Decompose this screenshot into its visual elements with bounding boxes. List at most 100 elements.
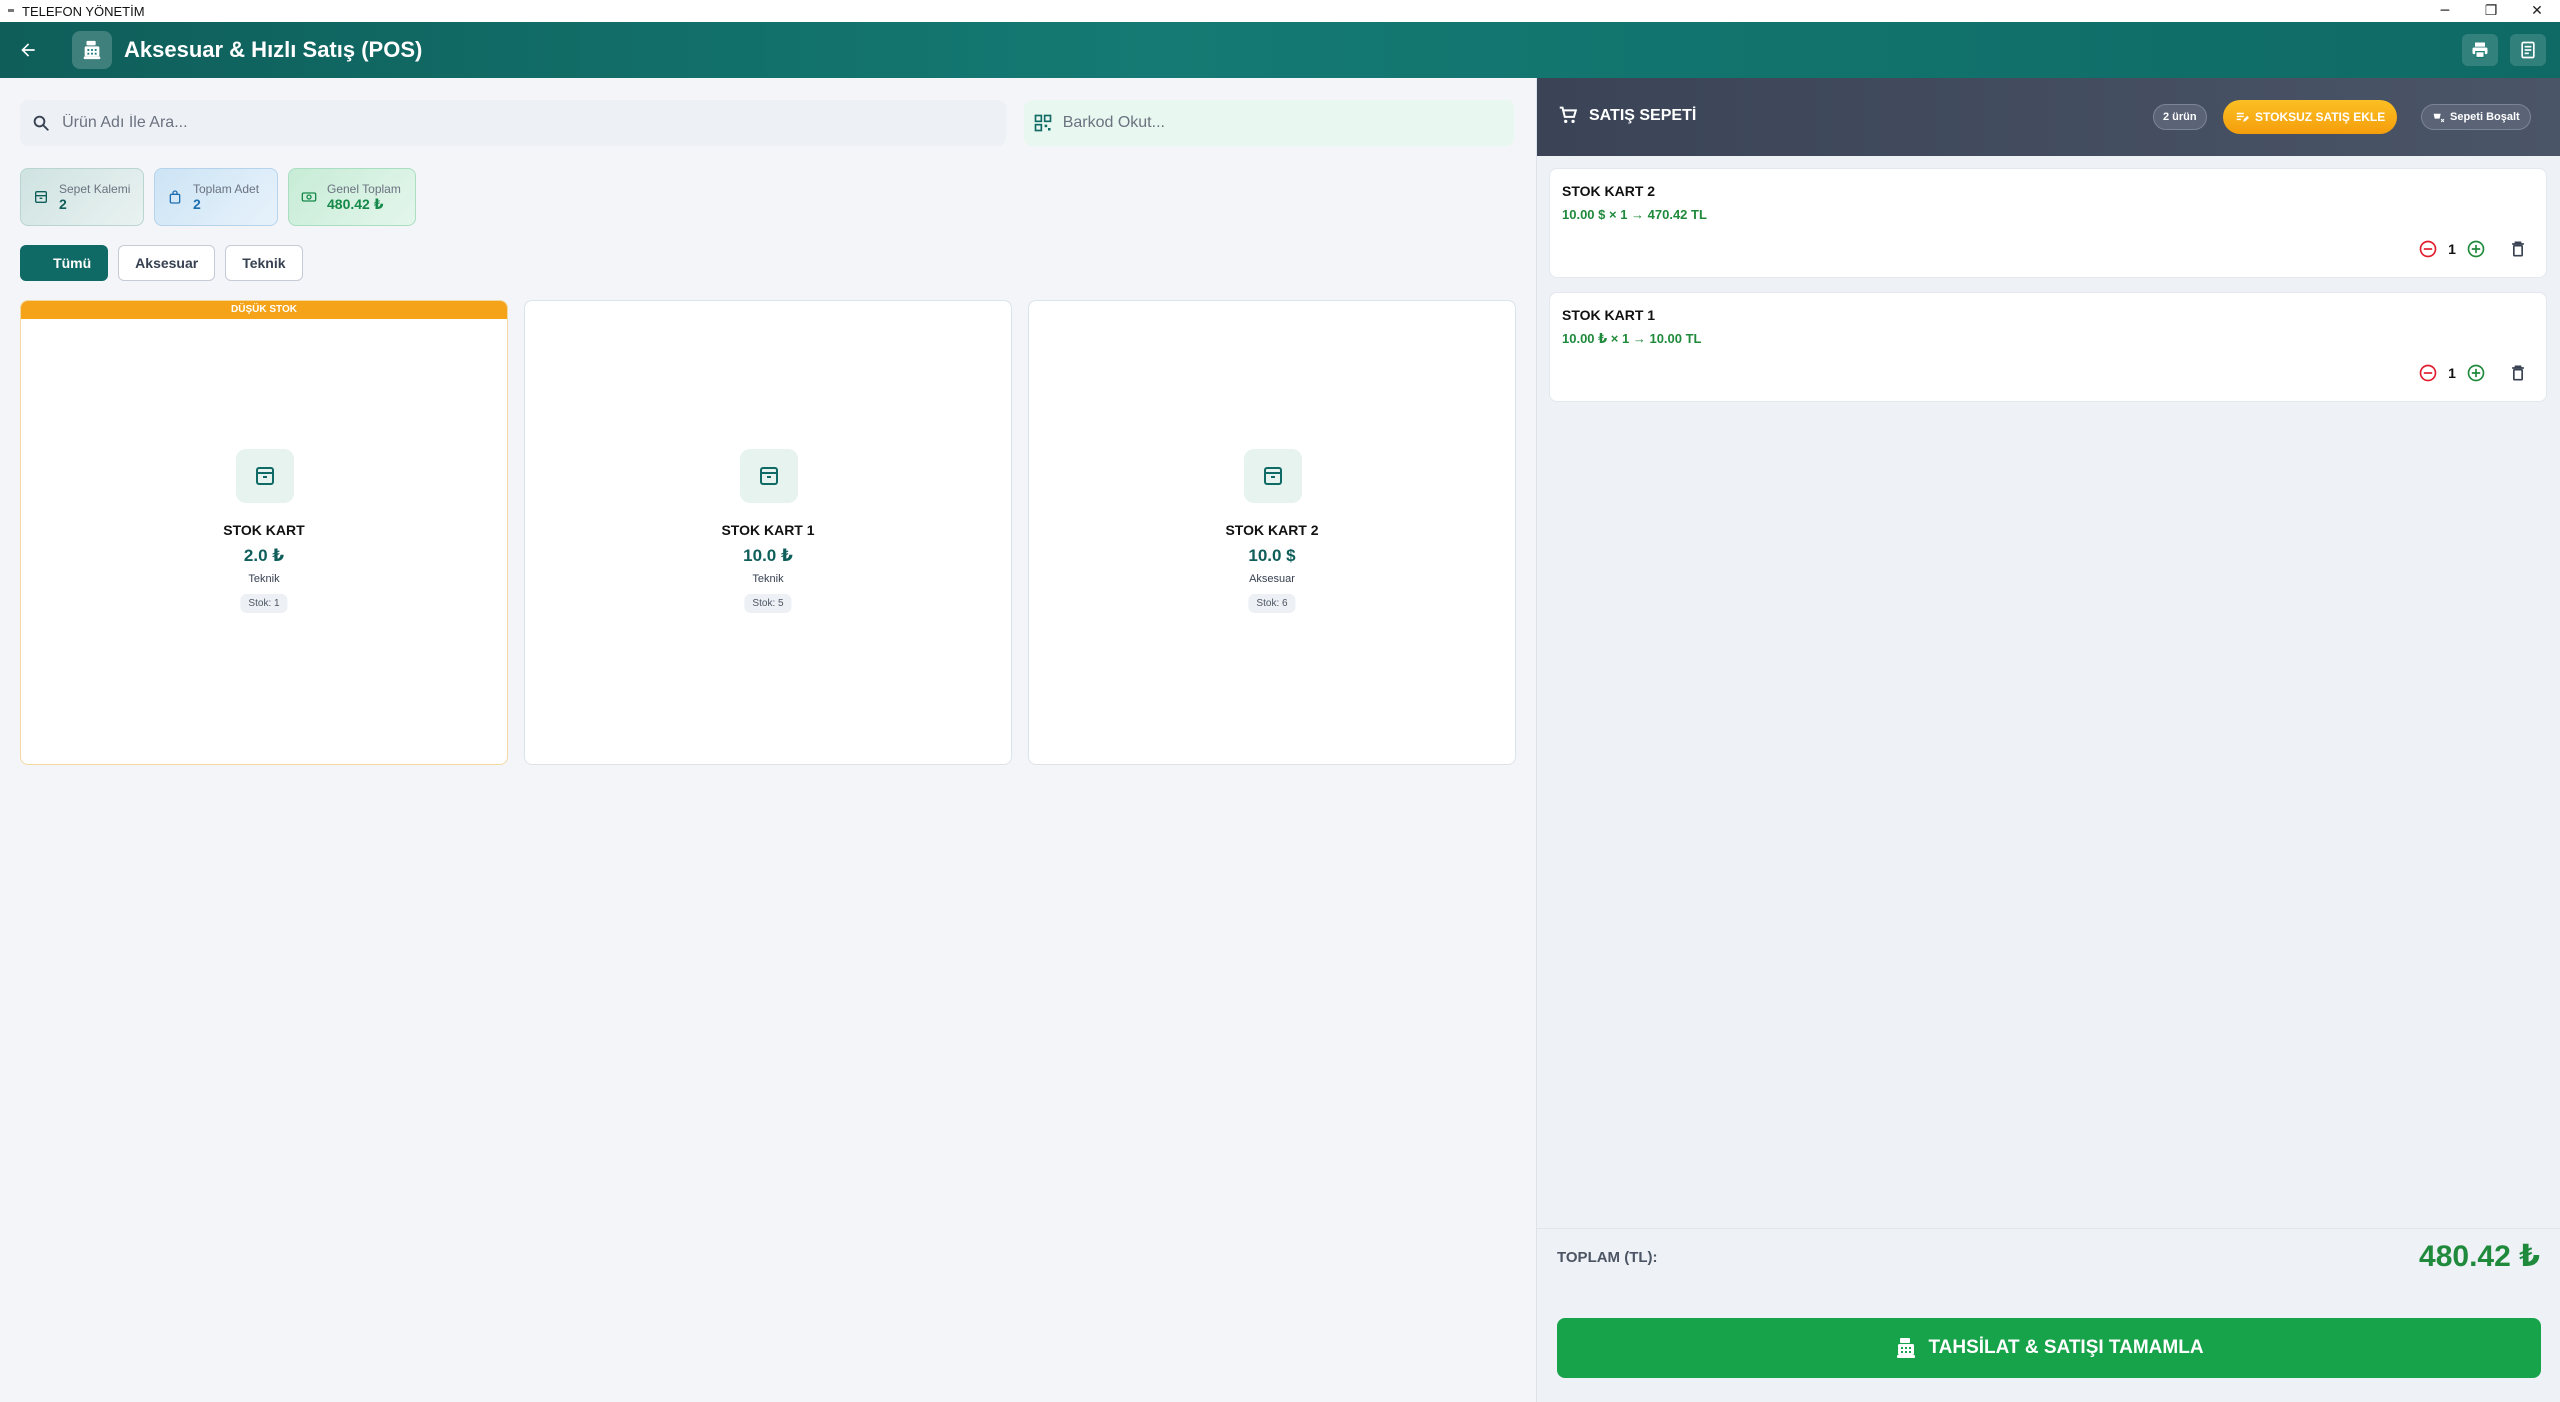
product-stock: Stok: 1 <box>240 594 288 613</box>
trash-icon[interactable] <box>2508 363 2528 383</box>
app-header: Aksesuar & Hızlı Satış (POS) <box>0 22 2560 78</box>
product-panel: Sepet Kalemi2 Toplam Adet2 Genel Toplam4… <box>0 78 1536 1402</box>
stat-cart-items: Sepet Kalemi 2 <box>20 168 144 226</box>
window-controls: ─ ❐ ✕ <box>2422 0 2560 22</box>
clear-cart-button[interactable]: Sepeti Boşalt <box>2421 104 2531 130</box>
search-box[interactable] <box>20 100 1006 146</box>
checkout-button[interactable]: TAHSİLAT & SATIŞI TAMAMLA <box>1557 1318 2541 1378</box>
box-icon <box>35 191 47 203</box>
restore-button[interactable]: ❐ <box>2468 0 2514 22</box>
quantity-controls: 1 <box>2418 239 2528 259</box>
product-icon-wrap <box>740 449 798 503</box>
product-icon-wrap <box>1244 449 1302 503</box>
product-name: STOK KART 1 <box>721 522 815 538</box>
stat-value: 480.42 ₺ <box>327 195 384 212</box>
cart-item-line: 10.00 ₺ × 1 → 10.00 TL <box>1562 331 1702 346</box>
register-button[interactable] <box>2510 34 2546 66</box>
quantity-controls: 1 <box>2418 363 2528 383</box>
product-category: Teknik <box>752 573 784 585</box>
cash-register-icon <box>1897 1338 1916 1358</box>
money-icon <box>301 192 317 202</box>
filter-label: Tümü <box>53 255 92 271</box>
product-stock: Stok: 6 <box>1248 594 1296 613</box>
cart-item-line: 10.00 $ × 1 → 470.42 TL <box>1562 207 1707 222</box>
product-icon-wrap <box>236 449 294 503</box>
cart-item-qty: 1 <box>2448 365 2456 381</box>
clear-cart-label: Sepeti Boşalt <box>2450 111 2520 123</box>
product-category: Aksesuar <box>1249 573 1295 585</box>
cart-item-qty: 1 <box>2448 241 2456 257</box>
cash-register-icon <box>83 40 101 60</box>
stat-grand-total: Genel Toplam 480.42 ₺ <box>288 168 416 226</box>
cart-panel: SATIŞ SEPETİ 2 ürün STOKSUZ SATIŞ EKLE S… <box>1536 78 2560 1402</box>
stat-value: 2 <box>193 196 201 212</box>
cart-title: SATIŞ SEPETİ <box>1589 107 1697 124</box>
product-grid: DÜŞÜK STOK STOK KART 2.0 ₺ Teknik Stok: … <box>20 300 1516 765</box>
total-label: TOPLAM (TL): <box>1557 1249 1658 1266</box>
product-stock: Stok: 5 <box>744 594 792 613</box>
filter-technical[interactable]: Teknik <box>225 245 303 281</box>
page-title: Aksesuar & Hızlı Satış (POS) <box>124 37 423 62</box>
cart-item: STOK KART 2 10.00 $ × 1 → 470.42 TL 1 <box>1549 168 2547 278</box>
cart-item: STOK KART 1 10.00 ₺ × 1 → 10.00 TL 1 <box>1549 292 2547 402</box>
bag-icon <box>169 190 181 204</box>
product-name: STOK KART <box>223 522 305 538</box>
check-icon: ✓ <box>37 256 48 270</box>
window-titlebar: TELEFON YÖNETİM ─ ❐ ✕ <box>0 0 2560 22</box>
filter-label: Teknik <box>242 255 286 271</box>
cash-register-logo <box>72 31 112 69</box>
back-button[interactable] <box>14 36 42 64</box>
close-button[interactable]: ✕ <box>2514 0 2560 22</box>
window-title: TELEFON YÖNETİM <box>22 3 145 19</box>
stat-value: 2 <box>59 196 67 212</box>
filter-all[interactable]: ✓ Tümü <box>20 245 109 281</box>
printer-icon <box>2472 42 2488 59</box>
stat-total-quantity: Toplam Adet 2 <box>154 168 278 226</box>
stat-label: Genel Toplam <box>327 181 401 196</box>
filter-accessory[interactable]: Aksesuar <box>118 245 216 281</box>
product-category: Teknik <box>248 573 280 585</box>
add-noninventory-label: STOKSUZ SATIŞ EKLE <box>2255 110 2386 124</box>
product-name: STOK KART 2 <box>1225 522 1319 538</box>
plus-circle-icon[interactable] <box>2466 363 2486 383</box>
search-icon <box>33 115 49 131</box>
trash-icon[interactable] <box>2508 239 2528 259</box>
qr-code-icon <box>1035 114 1052 132</box>
minus-circle-icon[interactable] <box>2418 363 2438 383</box>
receipt-icon <box>2521 41 2535 59</box>
edit-note-icon <box>2236 112 2249 122</box>
add-noninventory-sale-button[interactable]: STOKSUZ SATIŞ EKLE <box>2223 100 2398 134</box>
category-filters: ✓ Tümü Aksesuar Teknik <box>20 245 303 281</box>
stats-row: Sepet Kalemi 2 Toplam Adet 2 Genel Toplam 4… <box>20 168 416 226</box>
cart-item-name: STOK KART 2 <box>1562 183 1656 199</box>
checkout-label: TAHSİLAT & SATIŞI TAMAMLA <box>1928 1337 2204 1358</box>
product-price: 10.0 ₺ <box>743 546 793 565</box>
minimize-button[interactable]: ─ <box>2422 0 2468 22</box>
search-input[interactable] <box>62 114 1006 132</box>
shopping-cart-icon <box>1559 106 1578 124</box>
product-price: 10.0 $ <box>1248 546 1296 565</box>
barcode-input[interactable] <box>1062 114 1514 132</box>
minus-circle-icon[interactable] <box>2418 239 2438 259</box>
arrow-left-icon <box>21 43 35 57</box>
filter-label: Aksesuar <box>135 255 199 271</box>
product-price: 2.0 ₺ <box>243 546 285 565</box>
product-card[interactable]: STOK KART 2 10.0 $ Aksesuar Stok: 6 <box>1028 300 1516 765</box>
cart-count-badge: 2 ürün <box>2153 104 2207 130</box>
archive-box-icon <box>1264 467 1282 485</box>
cart-item-name: STOK KART 1 <box>1562 307 1656 323</box>
cart-header: SATIŞ SEPETİ 2 ürün STOKSUZ SATIŞ EKLE S… <box>1537 78 2560 156</box>
clear-cart-icon <box>2433 113 2445 122</box>
low-stock-banner: DÜŞÜK STOK <box>21 301 507 319</box>
product-card[interactable]: DÜŞÜK STOK STOK KART 2.0 ₺ Teknik Stok: … <box>20 300 508 765</box>
barcode-box[interactable] <box>1024 100 1514 146</box>
product-card[interactable]: STOK KART 1 10.0 ₺ Teknik Stok: 5 <box>524 300 1012 765</box>
cart-total-row: TOPLAM (TL): 480.42 ₺ <box>1537 1228 2560 1288</box>
app-small-icon <box>8 9 14 12</box>
archive-box-icon <box>760 467 778 485</box>
print-button[interactable] <box>2462 34 2498 66</box>
stat-label: Toplam Adet <box>193 182 260 196</box>
plus-circle-icon[interactable] <box>2466 239 2486 259</box>
total-value: 480.42 ₺ <box>2419 1240 2540 1273</box>
stat-label: Sepet Kalemi <box>59 182 131 196</box>
